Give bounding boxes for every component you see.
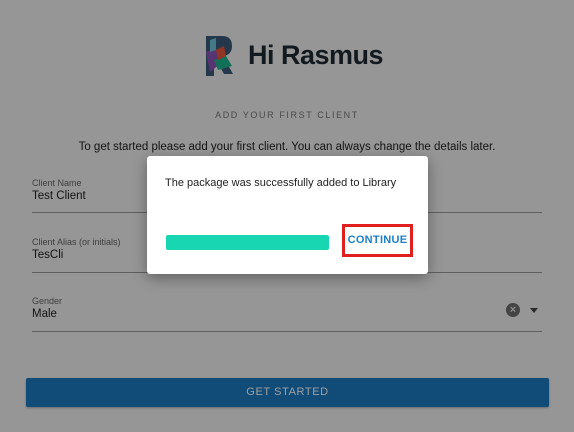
success-dialog: The package was successfully added to Li…: [147, 156, 428, 274]
continue-button[interactable]: CONTINUE: [342, 224, 413, 257]
progress-bar: [166, 235, 329, 250]
add-client-screen: Hi Rasmus ADD YOUR FIRST CLIENT To get s…: [0, 0, 574, 432]
progress-bar-fill: [166, 235, 329, 250]
dialog-message: The package was successfully added to Li…: [165, 177, 397, 189]
